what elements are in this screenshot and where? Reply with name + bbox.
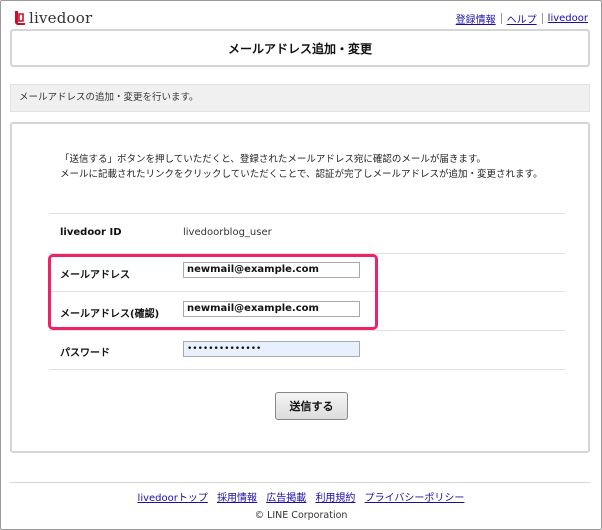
email-confirm-input[interactable]: newmail@example.com: [183, 301, 360, 317]
password-input[interactable]: ••••••••••••••: [183, 341, 360, 357]
submit-button[interactable]: 送信する: [275, 392, 348, 420]
password-label: パスワード: [60, 348, 110, 359]
divider: [10, 482, 590, 483]
page-title: メールアドレス追加・変更: [227, 41, 372, 56]
livedoor-logo-icon: [15, 11, 25, 25]
email-input[interactable]: newmail@example.com: [183, 262, 360, 278]
page-description: メールアドレスの追加・変更を行います。: [10, 84, 590, 112]
intro-line-2: メールに記載されたリンクをクリックしていただくことで、認証が完了しメールアドレス…: [60, 169, 543, 180]
divider: [500, 13, 502, 24]
logo-text: livedoor: [29, 9, 93, 27]
livedoor-logo[interactable]: livedoor: [13, 8, 92, 28]
divider: [49, 369, 565, 370]
title-panel: メールアドレス追加・変更: [10, 29, 590, 67]
email-confirm-label: メールアドレス(確認): [60, 309, 160, 320]
header-link-account[interactable]: 登録情報: [456, 11, 496, 26]
footer-link-privacy[interactable]: プライバシーポリシー: [365, 493, 465, 504]
divider: [541, 13, 543, 24]
livedoor-id-label: livedoor ID: [60, 227, 122, 238]
intro-line-1: 「送信する」ボタンを押していただくと、登録されたメールアドレス宛に確認のメールが…: [60, 154, 486, 165]
header-links: 登録情報 ヘルプ livedoor: [456, 11, 588, 26]
footer-link-top[interactable]: livedoorトップ: [138, 493, 208, 504]
header-link-help[interactable]: ヘルプ: [507, 11, 537, 26]
copyright: © LINE Corporation: [254, 510, 348, 521]
divider: [49, 291, 565, 292]
header-link-livedoor[interactable]: livedoor: [548, 13, 588, 24]
livedoor-id-value: livedoorblog_user: [183, 227, 272, 238]
divider: [49, 253, 565, 254]
divider: [49, 330, 565, 331]
footer-link-careers[interactable]: 採用情報: [217, 493, 257, 504]
form-panel: 「送信する」ボタンを押していただくと、登録されたメールアドレス宛に確認のメールが…: [10, 122, 590, 453]
footer-links: livedoorトップ 採用情報 広告掲載 利用規約 プライバシーポリシー: [0, 489, 602, 504]
divider: [49, 213, 565, 214]
footer-link-terms[interactable]: 利用規約: [315, 493, 355, 504]
footer-link-ads[interactable]: 広告掲載: [266, 493, 306, 504]
intro-text: 「送信する」ボタンを押していただくと、登録されたメールアドレス宛に確認のメールが…: [60, 152, 570, 182]
email-label: メールアドレス: [60, 270, 130, 281]
